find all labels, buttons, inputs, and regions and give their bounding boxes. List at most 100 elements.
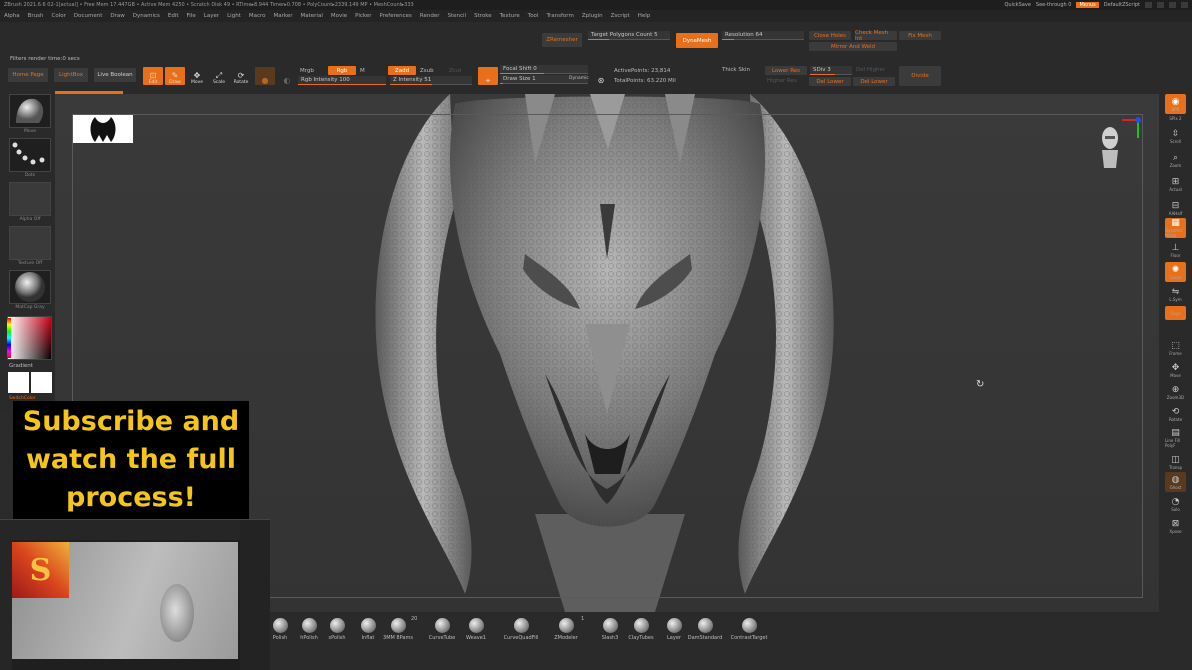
secondary-color-swatch[interactable] bbox=[31, 372, 52, 393]
default-zscript-button[interactable]: DefaultZScript bbox=[1104, 2, 1140, 8]
resolution-slider[interactable]: Resolution 64 bbox=[722, 31, 804, 40]
actual-button[interactable]: ⊞ Actual bbox=[1165, 174, 1186, 194]
fix-mesh-button[interactable]: Fix Mesh bbox=[899, 31, 941, 40]
window-control-icon[interactable] bbox=[1157, 2, 1164, 8]
draw-mode-button[interactable]: ✎ Draw bbox=[165, 67, 185, 85]
z-intensity-slider[interactable]: Z Intensity 51 bbox=[390, 76, 472, 85]
thick-skin-label[interactable]: Thick Skin bbox=[722, 67, 750, 73]
menu-edit[interactable]: Edit bbox=[168, 13, 179, 19]
move-view-button[interactable]: ✥ Move bbox=[1165, 360, 1186, 380]
lsym-button[interactable]: ⇋ L.Sym bbox=[1165, 284, 1186, 304]
window-control-icon[interactable] bbox=[1145, 2, 1152, 8]
live-boolean-button[interactable]: Live Boolean bbox=[94, 68, 136, 82]
axis-gizmo-icon[interactable] bbox=[1120, 114, 1144, 142]
menu-picker[interactable]: Picker bbox=[355, 13, 371, 19]
menu-material[interactable]: Material bbox=[301, 13, 323, 19]
del-lower-button[interactable]: Del Lower bbox=[809, 77, 851, 86]
menu-brush[interactable]: Brush bbox=[28, 13, 44, 19]
focal-icon-button[interactable]: ⌖ bbox=[478, 67, 498, 85]
edit-mode-button[interactable]: ⊡ Edit bbox=[143, 67, 163, 85]
local-button[interactable]: ✺ Local bbox=[1165, 262, 1186, 282]
menu-zscript[interactable]: Zscript bbox=[611, 13, 630, 19]
close-holes-button[interactable]: Close Holes bbox=[809, 31, 851, 40]
higher-res-button[interactable]: Higher Res bbox=[767, 78, 797, 84]
menu-alpha[interactable]: Alpha bbox=[4, 13, 20, 19]
brush-zmodeler[interactable]: ZModeler bbox=[549, 618, 583, 648]
menu-document[interactable]: Document bbox=[74, 13, 103, 19]
rotate-mode-button[interactable]: ⟳ Rotate bbox=[231, 67, 251, 85]
menu-dynamics[interactable]: Dynamics bbox=[133, 13, 160, 19]
home-page-button[interactable]: Home Page bbox=[8, 68, 48, 82]
texture-sphere-button[interactable]: ◐ bbox=[277, 67, 297, 85]
menu-macro[interactable]: Macro bbox=[249, 13, 266, 19]
mrgb-toggle[interactable]: Mrgb bbox=[300, 68, 314, 74]
main-color-swatch[interactable] bbox=[8, 372, 29, 393]
brush-damstandard[interactable]: DamStandard bbox=[688, 618, 722, 648]
del-lower-button-2[interactable]: Del Lower bbox=[853, 77, 895, 86]
move-mode-button[interactable]: ✥ Move bbox=[187, 67, 207, 85]
menu-texture[interactable]: Texture bbox=[500, 13, 520, 19]
zremesher-button[interactable]: ZRemesher bbox=[542, 33, 582, 47]
alpha-thumbnail[interactable] bbox=[9, 182, 51, 216]
menu-zplugin[interactable]: Zplugin bbox=[582, 13, 603, 19]
menu-draw[interactable]: Draw bbox=[110, 13, 124, 19]
dynamic-toggle[interactable]: Dynamic bbox=[569, 76, 589, 81]
brush-spolish[interactable]: sPolish bbox=[320, 618, 354, 648]
menu-light[interactable]: Light bbox=[227, 13, 241, 19]
sdiv-slider[interactable]: SDiv 3 bbox=[810, 66, 852, 75]
menu-movie[interactable]: Movie bbox=[331, 13, 347, 19]
aahalf-button[interactable]: ⊟ AAHalf bbox=[1165, 198, 1186, 218]
brush-slash3[interactable]: Slash3 bbox=[593, 618, 627, 648]
xpose-button[interactable]: ⊠ Xpose bbox=[1165, 516, 1186, 536]
menu-tool[interactable]: Tool bbox=[528, 13, 539, 19]
material-sphere-button[interactable]: ● bbox=[255, 67, 275, 85]
scale-mode-button[interactable]: ⤢ Scale bbox=[209, 67, 229, 85]
bpr-button[interactable]: ◉ BPR bbox=[1165, 94, 1186, 114]
brush-inflat[interactable]: Inflat bbox=[351, 618, 385, 648]
check-mesh-button[interactable]: Check Mesh Int bbox=[855, 30, 897, 42]
navigation-head-icon[interactable] bbox=[1100, 124, 1120, 170]
spix-slider[interactable]: SPix 2 bbox=[1165, 114, 1186, 122]
zcut-toggle[interactable]: Zcut bbox=[449, 68, 461, 74]
rotate-view-button[interactable]: ⟲ Rotate bbox=[1165, 404, 1186, 424]
zoom3d-button[interactable]: ⊕ Zoom3D bbox=[1165, 382, 1186, 402]
window-control-icon[interactable] bbox=[1169, 2, 1176, 8]
mirror-and-weld-button[interactable]: Mirror And Weld bbox=[809, 42, 897, 51]
brush-layer[interactable]: Layer bbox=[657, 618, 691, 648]
persp-button[interactable]: ▦ Dynamic Persp bbox=[1165, 218, 1186, 238]
zadd-toggle[interactable]: Zadd bbox=[388, 66, 416, 75]
hue-strip[interactable] bbox=[7, 318, 11, 358]
menu-help[interactable]: Help bbox=[638, 13, 651, 19]
transp-button[interactable]: ◫ Transp bbox=[1165, 452, 1186, 472]
menu-file[interactable]: File bbox=[187, 13, 196, 19]
zoom-button[interactable]: ⌕ Zoom bbox=[1165, 150, 1186, 170]
menu-color[interactable]: Color bbox=[52, 13, 66, 19]
menu-stroke[interactable]: Stroke bbox=[474, 13, 492, 19]
m-toggle[interactable]: M bbox=[360, 68, 365, 74]
brush-claytubes[interactable]: ClayTubes bbox=[624, 618, 658, 648]
dynamesh-button[interactable]: DynaMesh bbox=[676, 33, 718, 48]
rgb-toggle[interactable]: Rgb bbox=[328, 66, 356, 75]
menu-layer[interactable]: Layer bbox=[204, 13, 219, 19]
zsub-toggle[interactable]: Zsub bbox=[420, 68, 434, 74]
floor-button[interactable]: ⊥ Floor bbox=[1165, 240, 1186, 260]
lightbox-button[interactable]: LightBox bbox=[54, 68, 88, 82]
polyframe-button[interactable]: ▤ Line Fill PolyF bbox=[1165, 428, 1186, 448]
ghost-button[interactable]: ◍ Ghost bbox=[1165, 472, 1186, 492]
brush-thumbnail[interactable] bbox=[9, 94, 51, 128]
gxyz-button[interactable]: Gxyz bbox=[1165, 306, 1186, 320]
menus-toggle[interactable]: Menus bbox=[1076, 2, 1099, 8]
see-through-slider[interactable]: See-through 0 bbox=[1036, 2, 1072, 8]
menu-preferences[interactable]: Preferences bbox=[380, 13, 412, 19]
solo-button[interactable]: ◔ Solo bbox=[1165, 494, 1186, 514]
brush-contrasttarget[interactable]: ContrastTarget bbox=[731, 618, 767, 648]
rgb-intensity-slider[interactable]: Rgb Intensity 100 bbox=[298, 76, 386, 85]
brush-3mm-bpams[interactable]: 3MM 8Pams bbox=[381, 618, 415, 648]
menu-transform[interactable]: Transform bbox=[546, 13, 573, 19]
del-higher-button[interactable]: Del Higher bbox=[856, 67, 885, 73]
stroke-thumbnail[interactable] bbox=[9, 138, 51, 172]
window-control-icon[interactable] bbox=[1181, 2, 1188, 8]
brush-curvetube[interactable]: CurveTube bbox=[425, 618, 459, 648]
divide-button[interactable]: Divide bbox=[899, 66, 941, 86]
brush-weave1[interactable]: Weave1 bbox=[459, 618, 493, 648]
